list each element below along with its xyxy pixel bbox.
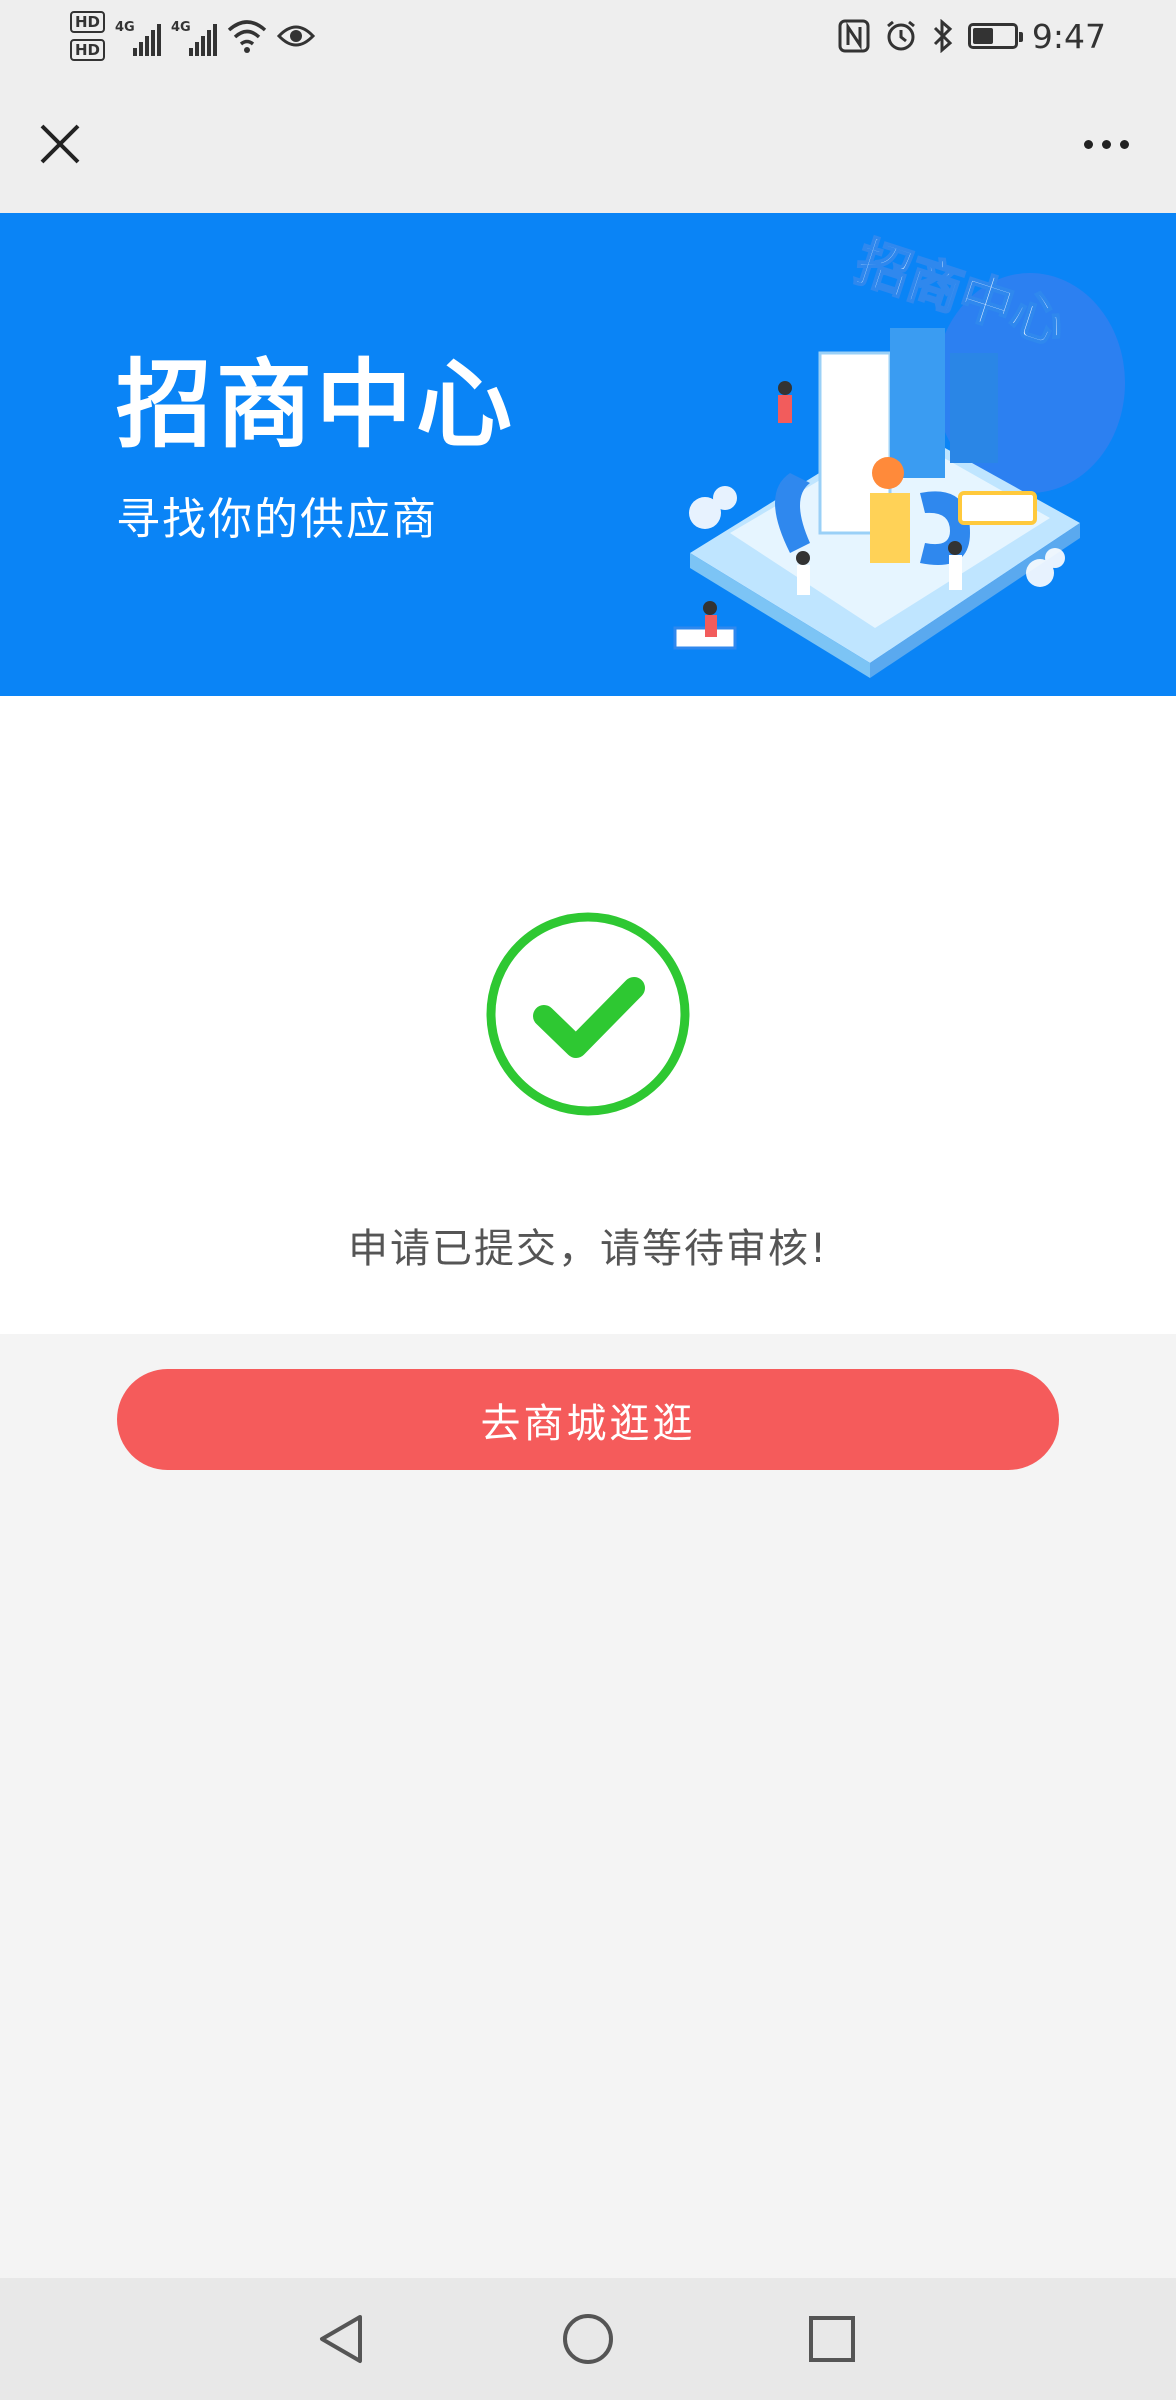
- merchant-center-illustration: 招商中心: [673, 233, 1125, 678]
- clock: 9:47: [1031, 16, 1106, 56]
- close-icon: [40, 124, 80, 164]
- battery-icon: [967, 23, 1023, 49]
- top-nav-bar: [0, 72, 1176, 213]
- banner-subtitle: 寻找你的供应商: [116, 494, 438, 545]
- back-triangle-icon: [320, 2315, 362, 2363]
- signal-1-icon: 4G: [115, 16, 162, 56]
- system-nav-bar: [0, 2278, 1176, 2400]
- network2-label: 4G: [171, 20, 191, 35]
- sim2-hd-badge: HD: [70, 39, 106, 61]
- banner-title: 招商中心: [116, 349, 516, 461]
- status-message: 申请已提交，请等待审核!: [347, 1226, 829, 1272]
- more-dot-icon: [1101, 139, 1111, 149]
- bluetooth-icon: [933, 19, 953, 53]
- status-bar: HD HD 4G 4G 9:47: [0, 0, 1176, 72]
- back-button[interactable]: [306, 2303, 378, 2375]
- status-right: 9:47: [838, 0, 1106, 72]
- wifi-icon: [227, 20, 267, 53]
- sim-indicators: HD HD: [70, 11, 106, 61]
- more-dot-icon: [1119, 139, 1129, 149]
- result-panel: 申请已提交，请等待审核!: [0, 696, 1176, 1334]
- more-button[interactable]: [1066, 112, 1146, 176]
- battery-level: [972, 28, 993, 44]
- alarm-icon: [886, 20, 915, 51]
- home-circle-icon: [563, 2314, 613, 2364]
- signal-2-icon: 4G: [171, 16, 218, 56]
- eye-icon: [277, 25, 316, 47]
- nfc-icon: [838, 19, 870, 53]
- recents-button[interactable]: [796, 2303, 868, 2375]
- status-left: HD HD 4G 4G: [70, 6, 316, 66]
- recents-square-icon: [809, 2316, 855, 2362]
- sim1-hd-badge: HD: [70, 11, 106, 33]
- go-shopping-button[interactable]: 去商城逛逛: [117, 1369, 1059, 1470]
- more-dot-icon: [1083, 139, 1093, 149]
- banner: 招商中心 寻找你的供应商 招商中心: [0, 213, 1176, 696]
- network1-label: 4G: [115, 20, 135, 35]
- check-circle-icon: [486, 912, 690, 1116]
- home-button[interactable]: [552, 2303, 624, 2375]
- close-button[interactable]: [28, 112, 92, 176]
